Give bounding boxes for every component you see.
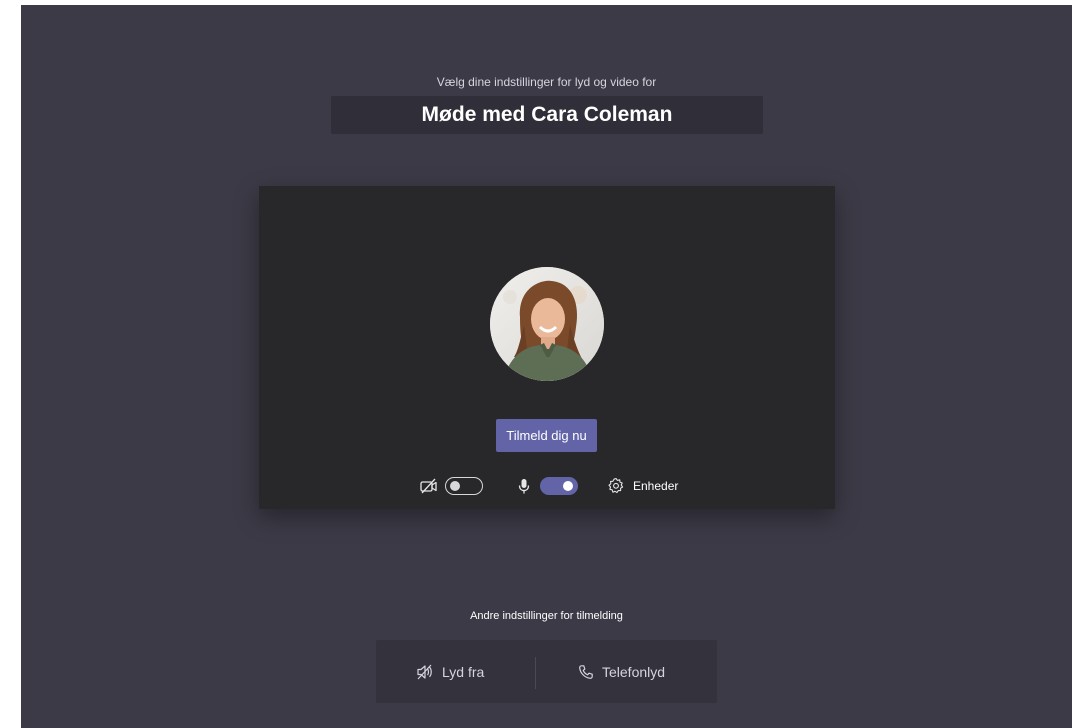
join-now-button[interactable]: Tilmeld dig nu [496,419,597,452]
av-controls: Enheder [259,475,835,497]
audio-off-option[interactable]: Lyd fra [416,640,484,703]
devices-button[interactable]: Enheder [607,475,678,497]
camera-off-icon [419,477,439,495]
camera-toggle[interactable] [445,477,483,495]
meeting-title: Møde med Cara Coleman [331,96,763,134]
mic-control [517,475,578,497]
devices-label: Enheder [633,479,679,493]
options-divider [535,657,536,689]
phone-audio-label: Telefonlyd [602,663,666,680]
camera-control [419,475,483,497]
audio-off-label: Lyd fra [442,663,485,680]
speaker-off-icon [416,664,434,680]
phone-audio-option[interactable]: Telefonlyd [578,640,665,703]
other-join-options-title: Andre indstillinger for tilmelding [470,610,623,622]
gear-icon [607,477,625,495]
microphone-toggle[interactable] [540,477,578,495]
other-join-options: Lyd fra Telefonlyd [376,640,717,703]
microphone-icon [517,477,531,495]
video-preview: Tilmeld dig nu Enheder [259,186,835,509]
phone-icon [578,664,594,680]
avatar [490,267,604,381]
prejoin-screen: Vælg dine indstillinger for lyd og video… [21,5,1072,728]
prejoin-subtitle: Vælg dine indstillinger for lyd og video… [436,75,657,89]
